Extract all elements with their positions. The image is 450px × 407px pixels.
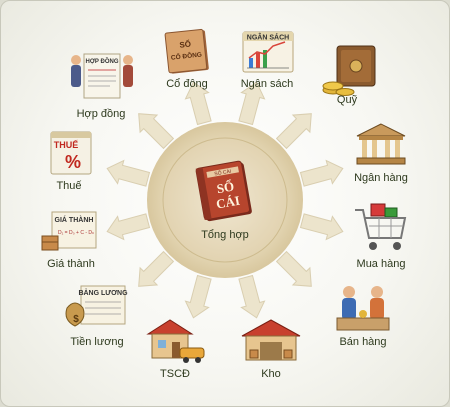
ray-arrow xyxy=(138,250,175,287)
module-label: Ngân sách xyxy=(240,78,294,90)
costing-formula: D₁ = D₀ + C - Dₙ xyxy=(58,230,94,236)
sales-counter-icon xyxy=(336,286,390,331)
module-mua-hang[interactable]: Mua hàng xyxy=(336,200,426,270)
contract-handshake-icon: HỢP ĐỒNG xyxy=(71,53,133,99)
ray-arrow xyxy=(275,113,312,150)
module-gia-thanh[interactable]: GIÁ THÀNH D₁ = D₀ + C - Dₙ Giá thành xyxy=(26,208,116,270)
module-label: TSCĐ xyxy=(160,368,190,380)
module-thue[interactable]: THUẾ % Thuế xyxy=(24,128,114,192)
tax-text: THUẾ xyxy=(54,140,79,150)
warehouse-icon xyxy=(241,319,301,361)
safe-icon xyxy=(322,45,376,96)
ledger-book-icon: SỐ CÁI SỔ CÁI xyxy=(195,160,252,222)
module-label: Hợp đồng xyxy=(76,108,126,120)
percent-text: % xyxy=(65,152,81,172)
module-label: Quỹ xyxy=(336,94,358,106)
module-tscd[interactable]: TSCĐ xyxy=(130,316,220,380)
module-ban-hang[interactable]: Bán hàng xyxy=(318,282,408,348)
bank-building-icon xyxy=(356,123,406,165)
module-tong-hop[interactable]: SỐ CÁI SỔ CÁI Tổng hợp xyxy=(180,160,270,241)
module-ngan-sach[interactable]: NGÂN SÁCH Ngân sách xyxy=(222,28,312,90)
shareholder-book-icon: SỔ CỔ ĐÔNG xyxy=(164,28,209,74)
module-kho[interactable]: Kho xyxy=(226,316,316,380)
module-co-dong[interactable]: SỔ CỔ ĐÔNG Cổ đông xyxy=(142,28,232,90)
ray-arrow xyxy=(184,274,212,319)
module-label: Kho xyxy=(261,368,281,380)
module-label: Cổ đông xyxy=(166,78,208,90)
ray-arrow xyxy=(238,274,266,319)
module-label: Tiền lương xyxy=(70,336,124,348)
ray-arrow xyxy=(275,250,312,287)
module-tien-luong[interactable]: BẢNG LƯƠNG $ Tiền lương xyxy=(52,282,142,348)
budget-chart-icon: NGÂN SÁCH xyxy=(242,31,294,73)
module-label: Mua hàng xyxy=(356,258,406,270)
book-text-1: SỔ xyxy=(179,40,191,50)
dollar-text: $ xyxy=(73,314,79,325)
module-label: Giá thành xyxy=(47,258,95,270)
fixed-assets-house-icon xyxy=(146,319,205,363)
module-hop-dong[interactable]: HỢP ĐỒNG Hợp đồng xyxy=(56,48,146,120)
module-label: Bán hàng xyxy=(339,336,387,348)
payroll-title: BẢNG LƯƠNG xyxy=(78,288,128,297)
contract-title: HỢP ĐỒNG xyxy=(85,58,118,65)
module-label: Thuế xyxy=(56,180,82,192)
module-label: Tổng hợp xyxy=(201,229,249,241)
module-ngan-hang[interactable]: Ngân hàng xyxy=(336,120,426,184)
module-quy[interactable]: Quỹ xyxy=(302,42,392,106)
module-label: Ngân hàng xyxy=(354,172,408,184)
payroll-sheet-icon: BẢNG LƯƠNG $ xyxy=(65,285,128,327)
tax-calendar-icon: THUẾ % xyxy=(50,131,92,175)
shopping-cart-icon xyxy=(355,203,407,250)
costing-title: GIÁ THÀNH xyxy=(55,215,94,224)
chart-title: NGÂN SÁCH xyxy=(247,33,289,42)
costing-sheet-icon: GIÁ THÀNH D₁ = D₀ + C - Dₙ xyxy=(41,211,97,251)
